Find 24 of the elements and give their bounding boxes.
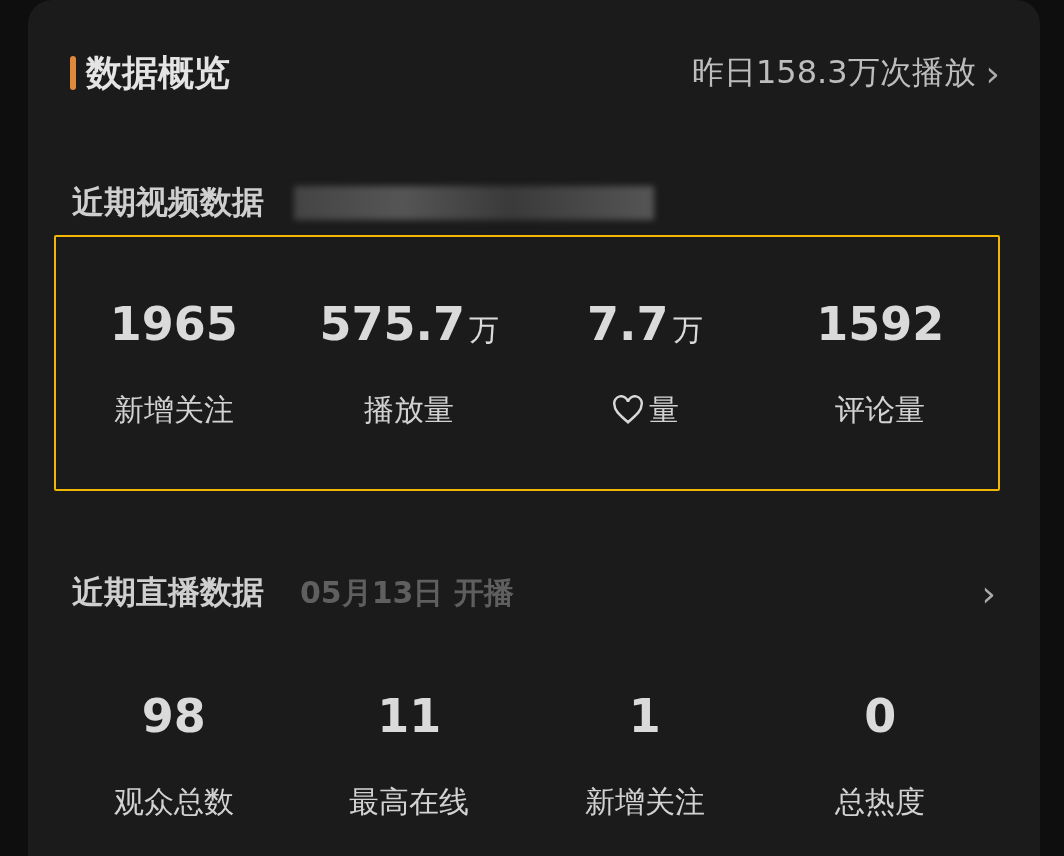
stat-label: 播放量 [364, 395, 455, 425]
stat-value: 1 [628, 693, 661, 739]
stat-value: 1965 [109, 301, 238, 347]
stat-label: 评论量 [835, 395, 926, 425]
stat-value: 98 [141, 693, 206, 739]
accent-bar [70, 56, 76, 90]
stat-value: 1592 [816, 301, 945, 347]
subsection-title: 近期直播数据 [72, 572, 264, 613]
stat-value: 0 [864, 693, 897, 739]
stat-label: 量 [648, 395, 679, 425]
stat-label: 新增关注 [584, 787, 705, 817]
stat-value: 11 [377, 693, 442, 739]
stat-value: 575.7 万 [319, 301, 499, 347]
chevron-link[interactable]: › [981, 572, 996, 614]
heart-icon [610, 395, 645, 425]
live-date: 05月13日 开播 [300, 573, 514, 612]
stat-label: 观众总数 [113, 787, 234, 817]
stat-label: 总热度 [835, 787, 926, 817]
stat-value: 7.7 万 [587, 301, 703, 347]
stat-label: 新增关注 [113, 395, 234, 425]
section-title: 数据概览 [86, 50, 230, 95]
stat-label: 最高在线 [349, 787, 470, 817]
subsection-title: 近期视频数据 [72, 182, 264, 223]
plays-link[interactable]: 昨日158.3万次播放 › [692, 51, 1000, 95]
